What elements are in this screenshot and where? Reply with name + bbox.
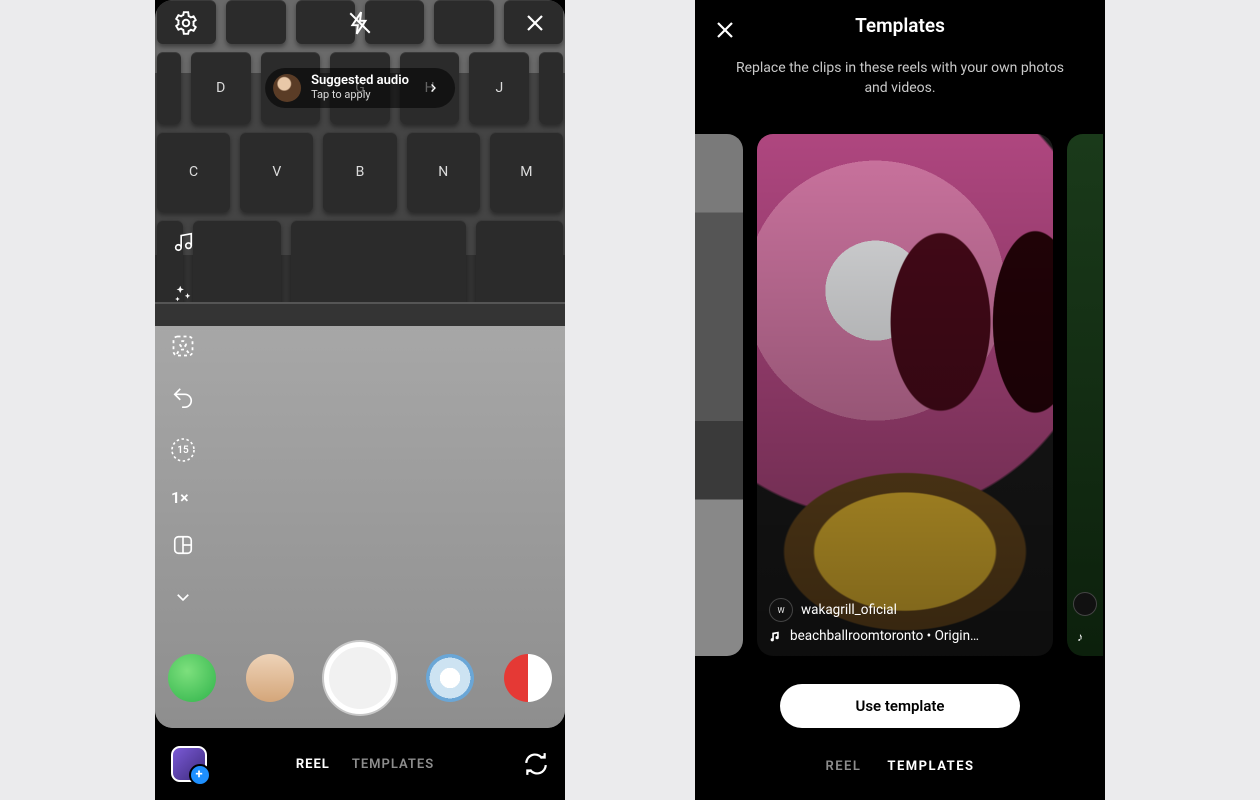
suggested-audio-pill[interactable]: Suggested audio Tap to apply [265, 68, 455, 108]
page-title: Templates [695, 14, 1105, 37]
tab-templates[interactable]: TEMPLATES [352, 757, 434, 772]
template-author: wakagrill_oficial [801, 602, 897, 618]
sparkles-icon[interactable] [169, 280, 197, 308]
tab-templates[interactable]: TEMPLATES [887, 759, 974, 774]
flash-off-icon[interactable] [347, 10, 373, 36]
tab-reel[interactable]: REEL [296, 757, 330, 772]
use-template-label: Use template [855, 697, 944, 715]
close-icon[interactable] [523, 11, 547, 35]
phone-screen-templates: Templates Replace the clips in these ree… [695, 0, 1105, 800]
effect-thumb[interactable] [426, 654, 474, 702]
settings-icon[interactable] [173, 10, 199, 36]
camera-tool-rail: 15 1× [169, 228, 197, 611]
timer-icon[interactable]: 15 [169, 436, 197, 464]
camera-viewport: DFGHJ CVBNM Suggested [155, 0, 565, 728]
music-icon: ♪ [1077, 630, 1083, 644]
speed-control[interactable]: 1× [169, 488, 197, 507]
templates-header: Templates [695, 14, 1105, 37]
templates-carousel[interactable]: W wakagrill_oficial beachballroomtoronto… [695, 130, 1105, 660]
mode-tabs: REEL TEMPLATES [296, 757, 434, 772]
phone-screen-reel-camera: DFGHJ CVBNM Suggested [155, 0, 565, 800]
tab-reel[interactable]: REEL [825, 759, 861, 774]
template-meta: W wakagrill_oficial beachballroomtoronto… [769, 592, 1041, 644]
close-icon[interactable] [713, 18, 737, 42]
audio-pill-title: Suggested audio [311, 74, 409, 89]
template-card-prev[interactable] [695, 134, 743, 656]
effect-thumb[interactable] [168, 654, 216, 702]
effect-thumb[interactable] [246, 654, 294, 702]
capture-button[interactable] [324, 642, 396, 714]
music-icon [769, 630, 782, 643]
author-avatar [1073, 592, 1097, 616]
music-icon[interactable] [169, 228, 197, 256]
chevron-right-icon [427, 82, 439, 94]
effects-row [155, 642, 565, 714]
template-card[interactable]: W wakagrill_oficial beachballroomtoronto… [757, 134, 1053, 656]
gallery-button[interactable] [171, 746, 207, 782]
audio-pill-text: Suggested audio Tap to apply [311, 74, 409, 102]
camera-background-keys: DFGHJ CVBNM [155, 0, 565, 310]
effect-thumb[interactable] [504, 654, 552, 702]
audio-avatar [273, 74, 301, 102]
timer-label: 15 [177, 445, 188, 456]
layout-icon[interactable] [169, 531, 197, 559]
author-avatar: W [769, 598, 793, 622]
camera-topbar [155, 10, 565, 36]
use-template-button[interactable]: Use template [780, 684, 1020, 728]
switch-camera-icon[interactable] [523, 751, 549, 777]
mode-tabs: REEL TEMPLATES [695, 759, 1105, 774]
template-card-next[interactable]: ♪ [1067, 134, 1103, 656]
audio-pill-subtitle: Tap to apply [311, 89, 409, 102]
person-scan-icon[interactable] [169, 332, 197, 360]
camera-bottom-bar: REEL TEMPLATES [155, 728, 565, 800]
undo-icon[interactable] [169, 384, 197, 412]
template-audio: beachballroomtoronto • Origin… [790, 628, 979, 644]
chevron-down-icon[interactable] [169, 583, 197, 611]
page-subtitle: Replace the clips in these reels with yo… [725, 58, 1075, 99]
